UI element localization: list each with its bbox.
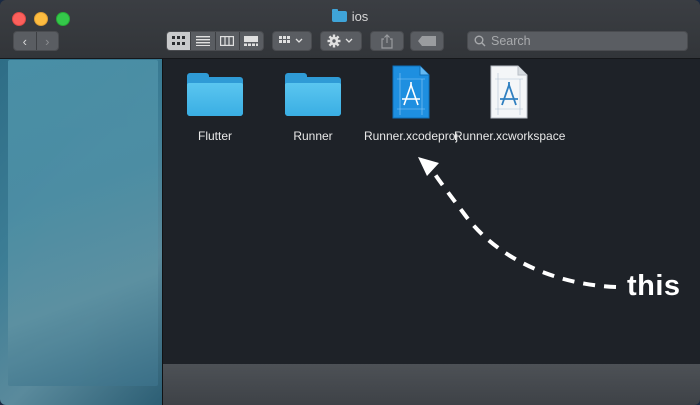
gear-icon xyxy=(327,34,353,48)
finder-window: ios ‹ › Search Flutter Runner Runner.xco… xyxy=(0,0,700,405)
list-icon xyxy=(195,36,210,46)
search-icon xyxy=(474,35,486,47)
window-title-text: ios xyxy=(351,9,369,24)
file-name: Runner.xcodeproj xyxy=(363,129,459,143)
status-bar xyxy=(163,364,700,405)
group-grid-icon xyxy=(279,36,303,43)
tag-icon xyxy=(418,36,436,46)
xcode-project-icon xyxy=(392,65,430,119)
view-mode-selector xyxy=(166,31,264,51)
search-field[interactable]: Search xyxy=(467,31,688,51)
file-name: Runner xyxy=(293,129,333,143)
file-browser: Flutter Runner Runner.xcodeproj Runner.x… xyxy=(163,59,700,364)
list-view-button[interactable] xyxy=(190,32,214,50)
tags-button[interactable] xyxy=(410,31,444,51)
share-button[interactable] xyxy=(370,31,404,51)
icon-grid-icon xyxy=(171,36,185,45)
search-placeholder: Search xyxy=(491,34,531,48)
columns-icon xyxy=(220,36,235,46)
file-item-runner-xcworkspace[interactable]: Runner.xcworkspace xyxy=(454,65,566,144)
chevron-right-icon: › xyxy=(45,33,50,49)
chevron-left-icon: ‹ xyxy=(22,33,27,49)
back-button[interactable]: ‹ xyxy=(14,32,36,50)
action-menu-button[interactable] xyxy=(320,31,362,51)
xcode-workspace-icon xyxy=(490,65,528,119)
navigation-buttons: ‹ › xyxy=(13,31,59,51)
forward-button[interactable]: › xyxy=(35,32,59,50)
window-title: ios xyxy=(0,9,700,24)
file-name: Runner.xcworkspace xyxy=(454,129,566,143)
title-bar: ios ‹ › Search xyxy=(0,0,700,59)
group-by-button[interactable] xyxy=(272,31,312,51)
share-icon xyxy=(381,33,393,49)
file-item-flutter[interactable]: Flutter xyxy=(160,65,270,144)
sidebar xyxy=(0,59,162,405)
file-item-runner-xcodeproj[interactable]: Runner.xcodeproj xyxy=(356,65,466,144)
gallery-view-button[interactable] xyxy=(238,32,263,50)
annotation-label: this xyxy=(627,270,681,302)
file-name: Flutter xyxy=(197,129,232,143)
icon-view-button[interactable] xyxy=(167,32,191,50)
gallery-icon xyxy=(244,36,259,46)
column-view-button[interactable] xyxy=(214,32,239,50)
folder-icon xyxy=(331,9,347,22)
file-item-runner[interactable]: Runner xyxy=(258,65,368,144)
folder-icon xyxy=(187,73,243,116)
folder-icon xyxy=(285,73,341,116)
sidebar-blurred-content xyxy=(8,60,158,386)
